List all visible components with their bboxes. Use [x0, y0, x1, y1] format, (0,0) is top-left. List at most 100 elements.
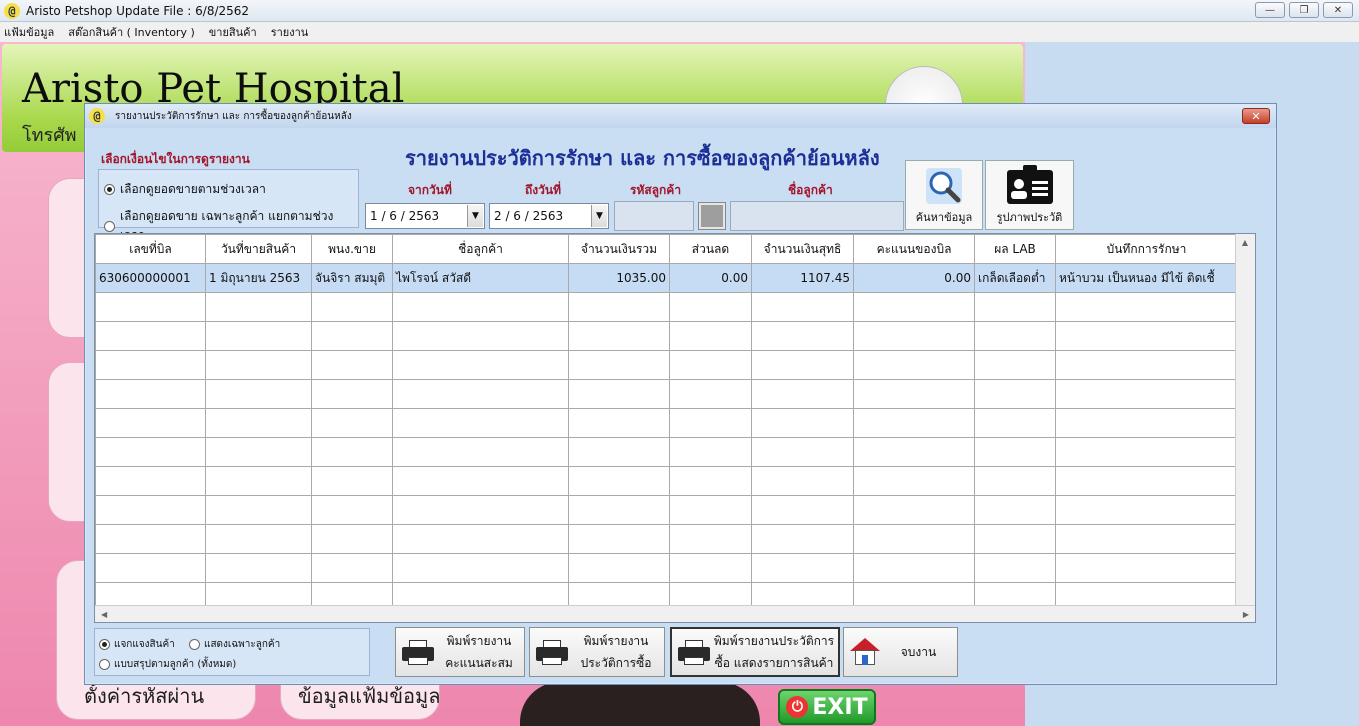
print-history-button[interactable]: พิมพ์รายงานประวัติการซื้อ — [529, 627, 665, 677]
print-full-history-button[interactable]: พิมพ์รายงานประวัติการ ซื้อ แสดงรายการสินค… — [670, 627, 840, 677]
print-history-line1: พิมพ์รายงาน — [583, 634, 649, 648]
customer-name-label: ชื่อลูกค้า — [788, 183, 833, 197]
print-points-line2: คะแนนสะสม — [445, 656, 513, 670]
col-customer-name[interactable]: ชื่อลูกค้า — [392, 234, 569, 264]
cell-lab-result[interactable]: เกล็ดเลือดต่ำ — [974, 263, 1056, 293]
cell-bill-points[interactable]: 0.00 — [853, 263, 975, 293]
radio-checked-icon — [99, 639, 110, 650]
close-window-button[interactable]: ✕ — [1323, 2, 1353, 18]
from-date-value: 1 / 6 / 2563 — [370, 209, 440, 223]
menubar: แฟ้มข้อมูล สต๊อกสินค้า ( Inventory ) ขาย… — [0, 22, 1359, 42]
main-titlebar: @ Aristo Petshop Update File : 6/8/2562 … — [0, 0, 1359, 22]
report-grid: เลขที่บิล วันที่ขายสินค้า พนง.ขาย ชื่อลู… — [94, 233, 1256, 623]
report-dialog: @ รายงานประวัติการรักษา และ การซื้อของลู… — [84, 103, 1277, 685]
to-date-label: ถึงวันที่ — [525, 183, 561, 197]
empty-row — [95, 437, 1237, 467]
cell-discount[interactable]: 0.00 — [669, 263, 752, 293]
customer-lookup-button[interactable] — [698, 202, 726, 230]
power-icon: ⏻ — [786, 696, 809, 718]
option-summary-all[interactable]: แบบสรุปตามลูกค้า (ทั้งหมด) — [99, 657, 236, 672]
restore-button[interactable]: ❐ — [1289, 2, 1319, 18]
grid-header-row: เลขที่บิล วันที่ขายสินค้า พนง.ขาย ชื่อลู… — [95, 234, 1237, 264]
col-bill-points[interactable]: คะแนนของบิล — [853, 234, 975, 264]
empty-row — [95, 321, 1237, 351]
vertical-scrollbar[interactable]: ▲ — [1235, 234, 1255, 606]
cell-total-amount[interactable]: 1035.00 — [568, 263, 670, 293]
dialog-close-button[interactable]: ✕ — [1242, 108, 1270, 124]
search-button-label: ค้นหาข้อมูล — [915, 211, 973, 224]
empty-row — [95, 524, 1237, 554]
dialog-titlebar: @ รายงานประวัติการรักษา และ การซื้อของลู… — [85, 104, 1276, 128]
radio-unchecked-icon — [99, 659, 110, 670]
print-points-line1: พิมพ์รายงาน — [446, 634, 512, 648]
search-button[interactable]: ค้นหาข้อมูล — [905, 160, 983, 230]
dropdown-arrow-icon[interactable]: ▼ — [591, 205, 607, 227]
grid-viewport: เลขที่บิล วันที่ขายสินค้า พนง.ขาย ชื่อลู… — [95, 234, 1237, 606]
window-title: Aristo Petshop Update File : 6/8/2562 — [26, 3, 250, 18]
print-history-line2: ประวัติการซื้อ — [580, 656, 652, 670]
menu-inventory[interactable]: สต๊อกสินค้า ( Inventory ) — [68, 23, 195, 41]
col-total-amount[interactable]: จำนวนเงินรวม — [568, 234, 670, 264]
col-bill-no[interactable]: เลขที่บิล — [95, 234, 206, 264]
condition-option-period[interactable]: เลือกดูยอดขายตามช่วงเวลา — [104, 180, 266, 199]
report-title: รายงานประวัติการรักษา และ การซื้อของลูกค… — [405, 146, 880, 170]
scroll-right-icon[interactable]: ▶ — [1243, 610, 1249, 619]
cat-image — [520, 682, 760, 726]
cell-bill-no[interactable]: 630600000001 — [95, 263, 206, 293]
exit-label: EXIT — [812, 694, 868, 720]
col-lab-result[interactable]: ผล LAB — [974, 234, 1056, 264]
minimize-button[interactable]: — — [1255, 2, 1285, 18]
horizontal-scrollbar[interactable]: ◀ ▶ — [95, 605, 1255, 622]
empty-row — [95, 350, 1237, 380]
cell-customer-name[interactable]: ไพโรจน์ สวัสดี — [392, 263, 569, 293]
close-report-button[interactable]: จบงาน — [843, 627, 958, 677]
printer-icon — [536, 638, 568, 666]
from-date-picker[interactable]: 1 / 6 / 2563 ▼ — [365, 203, 485, 229]
app-icon: @ — [4, 2, 20, 19]
option-itemized[interactable]: แจกแจงสินค้า — [99, 637, 175, 652]
empty-row — [95, 408, 1237, 438]
cell-salesperson[interactable]: จันจิรา สมมุติ — [311, 263, 393, 293]
empty-row — [95, 582, 1237, 606]
empty-row — [95, 379, 1237, 409]
home-icon — [850, 638, 880, 666]
menu-sales[interactable]: ขายสินค้า — [209, 23, 257, 41]
history-photo-button[interactable]: รูปภาพประวัติ — [985, 160, 1074, 230]
customer-code-input[interactable] — [614, 201, 694, 231]
empty-row — [95, 553, 1237, 583]
col-salesperson[interactable]: พนง.ขาย — [311, 234, 393, 264]
option-customer-only[interactable]: แสดงเฉพาะลูกค้า — [189, 637, 280, 652]
menu-reports[interactable]: รายงาน — [271, 23, 309, 41]
cell-net-amount[interactable]: 1107.45 — [751, 263, 854, 293]
menu-file[interactable]: แฟ้มข้อมูล — [4, 23, 54, 41]
cell-sale-date[interactable]: 1 มิถุนายน 2563 — [205, 263, 312, 293]
print-full-line2: ซื้อ แสดงรายการสินค้า — [714, 656, 834, 670]
option-label: แสดงเฉพาะลูกค้า — [204, 639, 281, 650]
exit-button[interactable]: ⏻ EXIT — [778, 689, 876, 725]
col-discount[interactable]: ส่วนลด — [669, 234, 752, 264]
radio-checked-icon — [104, 184, 115, 195]
empty-row — [95, 495, 1237, 525]
col-net-amount[interactable]: จำนวนเงินสุทธิ — [751, 234, 854, 264]
customer-name-input[interactable] — [730, 201, 904, 231]
empty-row — [95, 292, 1237, 322]
print-points-button[interactable]: พิมพ์รายงานคะแนนสะสม — [395, 627, 525, 677]
table-row[interactable]: 630600000001 1 มิถุนายน 2563 จันจิรา สมม… — [95, 263, 1237, 293]
dropdown-arrow-icon[interactable]: ▼ — [467, 205, 483, 227]
option-label: แจกแจงสินค้า — [114, 639, 175, 650]
col-treatment-notes[interactable]: บันทึกการรักษา — [1055, 234, 1237, 264]
printer-icon — [402, 638, 434, 666]
hospital-phone: โทรศัพ — [22, 125, 77, 146]
magnifier-icon — [926, 168, 962, 204]
col-sale-date[interactable]: วันที่ขายสินค้า — [205, 234, 312, 264]
id-card-icon — [1006, 165, 1053, 204]
scroll-up-icon[interactable]: ▲ — [1236, 234, 1254, 250]
condition-group: เลือกดูยอดขายตามช่วงเวลา เลือกดูยอดขาย เ… — [98, 169, 359, 242]
option-label: แบบสรุปตามลูกค้า (ทั้งหมด) — [114, 659, 237, 670]
cell-treatment-notes[interactable]: หน้าบวม เป็นหนอง มีไข้ ติดเชื้ — [1055, 263, 1237, 293]
scroll-left-icon[interactable]: ◀ — [101, 610, 107, 619]
to-date-picker[interactable]: 2 / 6 / 2563 ▼ — [489, 203, 609, 229]
from-date-label: จากวันที่ — [408, 183, 452, 197]
condition-title: เลือกเงื่อนไขในการดูรายงาน — [101, 152, 250, 166]
radio-unchecked-icon — [104, 220, 115, 232]
